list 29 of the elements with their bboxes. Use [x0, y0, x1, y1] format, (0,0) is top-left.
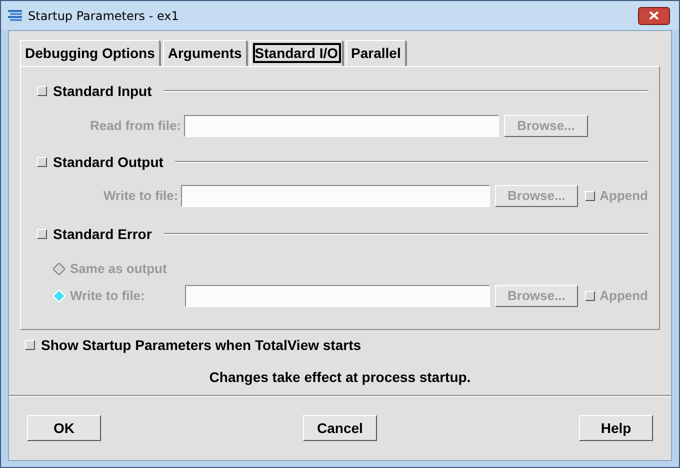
append-label: Append — [600, 187, 648, 206]
note-text: Changes take effect at process startup. — [209, 368, 471, 387]
window-title: Startup Parameters - ex1 — [28, 8, 179, 24]
radio-label: Same as output — [70, 260, 167, 278]
checkbox[interactable] — [37, 86, 47, 96]
tab[interactable]: Debugging Options — [20, 40, 161, 66]
tab[interactable]: Parallel — [346, 40, 407, 66]
tab[interactable]: Arguments — [162, 40, 248, 66]
radio-label: Write to file: — [70, 287, 145, 306]
file-label: Read from file: — [88, 117, 182, 136]
window-icon — [7, 8, 23, 22]
checkbox[interactable] — [37, 157, 47, 167]
tab[interactable]: Standard I/O — [250, 40, 344, 66]
section-label: Standard Output — [53, 152, 164, 172]
file-path-field[interactable] — [185, 285, 490, 307]
dialog-button[interactable]: Cancel — [303, 415, 377, 441]
file-label: Write to file: — [102, 187, 180, 206]
file-path-field[interactable] — [181, 185, 490, 207]
file-path-field[interactable] — [184, 115, 499, 137]
dialog-button[interactable]: OK — [27, 415, 101, 441]
checkbox[interactable] — [25, 340, 35, 350]
checkbox[interactable] — [37, 229, 47, 239]
close-icon — [649, 11, 659, 20]
section-label: Standard Input — [53, 82, 152, 101]
section-label: Standard Error — [53, 224, 152, 244]
dialog-button[interactable]: Help — [579, 415, 653, 441]
append-label: Append — [600, 287, 648, 306]
close-button[interactable] — [638, 6, 670, 24]
show-startup-label: Show Startup Parameters when TotalView starts — [41, 336, 362, 355]
